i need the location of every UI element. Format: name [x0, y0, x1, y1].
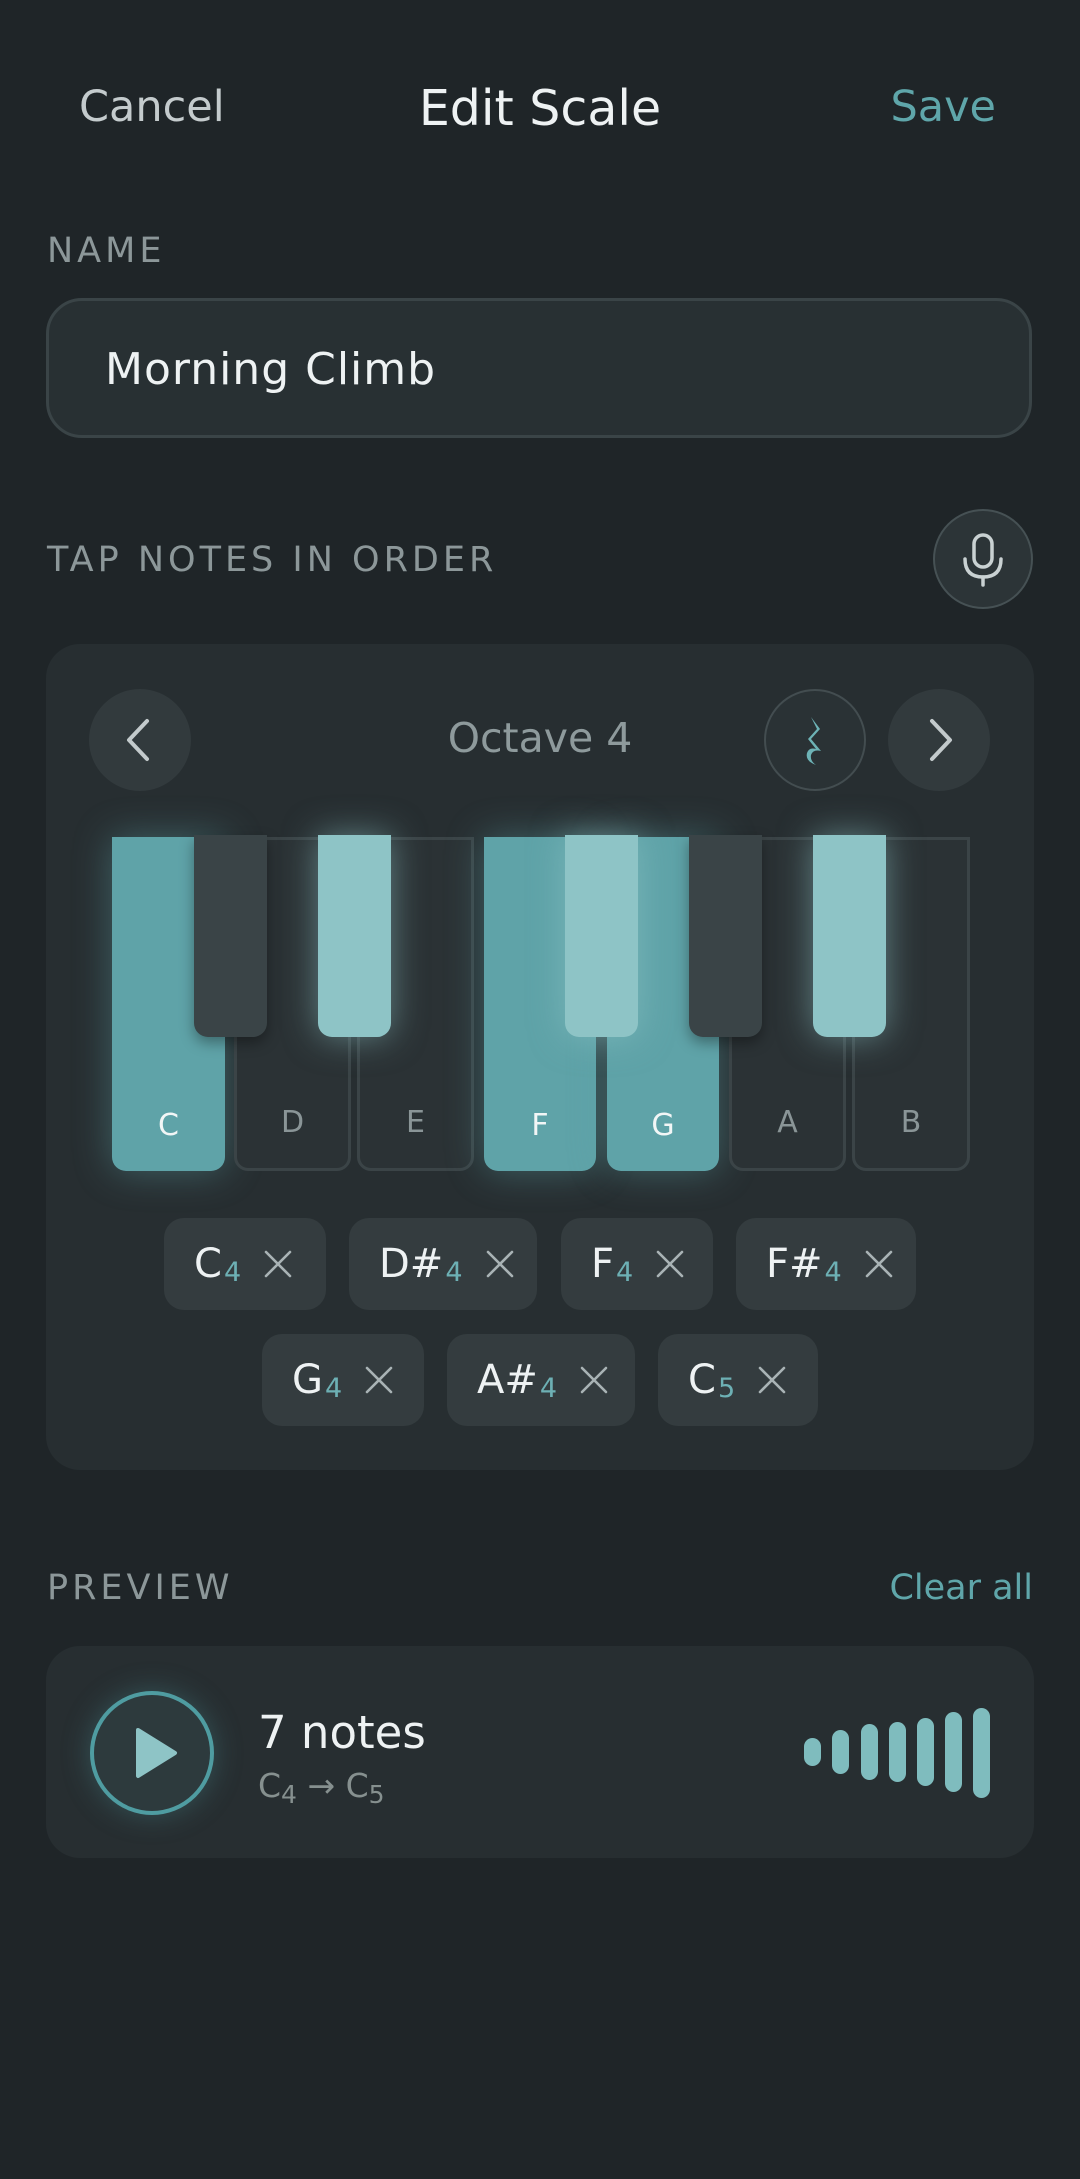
chip-octave: 4 [616, 1256, 634, 1288]
key-label: B [900, 1105, 922, 1140]
level-bar [973, 1708, 990, 1798]
microphone-icon [963, 533, 1003, 587]
remove-note-icon[interactable] [485, 1249, 515, 1279]
chip-octave: 4 [445, 1256, 463, 1288]
chip-octave: 4 [223, 1256, 242, 1288]
level-bar [945, 1712, 962, 1792]
level-bar [889, 1722, 906, 1782]
next-octave-button[interactable] [888, 689, 990, 791]
note-chip[interactable]: C4 [164, 1218, 326, 1310]
piano-key-f-sharp[interactable] [565, 835, 638, 1037]
remove-note-icon[interactable] [579, 1365, 609, 1395]
remove-note-icon[interactable] [263, 1249, 293, 1279]
chip-note: G [292, 1357, 323, 1403]
note-chip[interactable]: C5 [658, 1334, 818, 1426]
remove-note-icon[interactable] [864, 1249, 894, 1279]
piano-key-g-sharp[interactable] [689, 835, 762, 1037]
remove-note-icon[interactable] [757, 1365, 787, 1395]
chip-octave: 4 [824, 1256, 842, 1288]
play-button[interactable] [90, 1691, 214, 1815]
note-chip[interactable]: G4 [262, 1334, 424, 1426]
key-label: F [531, 1108, 549, 1143]
microphone-button[interactable] [933, 509, 1033, 609]
note-chip[interactable]: A# 4 [447, 1334, 635, 1426]
name-label: NAME [47, 231, 166, 271]
level-bar [804, 1738, 821, 1766]
chip-note: D# [379, 1241, 444, 1287]
chip-octave: 4 [325, 1372, 343, 1404]
note-range: C4 → C5 [258, 1766, 385, 1809]
level-bar [917, 1718, 934, 1786]
piano-key-a-sharp[interactable] [813, 835, 886, 1037]
key-label: A [777, 1105, 798, 1140]
chip-octave: 5 [717, 1372, 736, 1404]
level-bar [861, 1724, 878, 1780]
name-field-container [46, 298, 1032, 438]
piano-key-d-sharp[interactable] [318, 835, 391, 1037]
chip-note: F# [766, 1241, 823, 1287]
chip-octave: 4 [539, 1372, 558, 1404]
notes-count: 7 notes [258, 1706, 426, 1759]
chip-note: C [688, 1357, 716, 1403]
tap-notes-label: TAP NOTES IN ORDER [47, 540, 498, 580]
key-label: E [406, 1105, 425, 1140]
play-icon [136, 1728, 177, 1778]
clear-all-button[interactable]: Clear all [889, 1568, 1033, 1608]
key-label: C [158, 1108, 179, 1143]
remove-note-icon[interactable] [364, 1365, 394, 1395]
chip-note: C [194, 1241, 222, 1287]
key-label: G [651, 1108, 675, 1143]
preview-label: PREVIEW [47, 1568, 234, 1608]
note-chip[interactable]: F# 4 [736, 1218, 916, 1310]
quarter-rest-icon [806, 717, 821, 765]
remove-note-icon[interactable] [655, 1249, 685, 1279]
name-input[interactable] [103, 301, 967, 437]
key-label: D [280, 1105, 305, 1140]
note-chip[interactable]: D# 4 [349, 1218, 537, 1310]
chevron-right-icon [930, 719, 952, 761]
note-chip[interactable]: F4 [561, 1218, 713, 1310]
rest-button[interactable] [764, 689, 866, 791]
chip-note: F [591, 1241, 615, 1287]
level-bar [832, 1730, 849, 1774]
save-button[interactable]: Save [890, 82, 996, 132]
chip-note: A# [477, 1357, 538, 1403]
piano-key-c-sharp[interactable] [194, 835, 267, 1037]
